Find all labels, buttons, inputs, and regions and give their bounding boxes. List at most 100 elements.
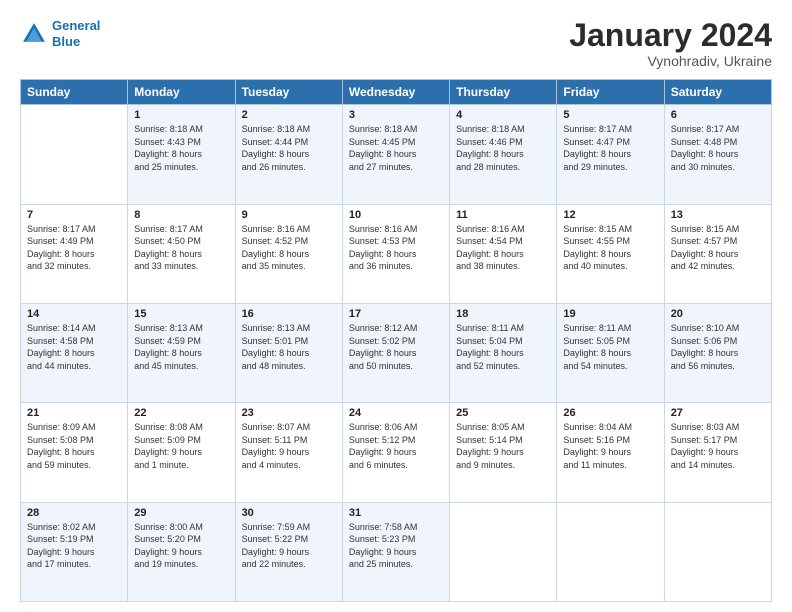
day-number: 11 xyxy=(456,209,550,221)
day-number: 17 xyxy=(349,308,443,320)
day-cell: 4 Sunrise: 8:18 AM Sunset: 4:46 PM Daylig… xyxy=(450,105,557,204)
day-info: Sunrise: 8:09 AM Sunset: 5:08 PM Dayligh… xyxy=(27,421,121,471)
day-info: Sunrise: 8:11 AM Sunset: 5:04 PM Dayligh… xyxy=(456,322,550,372)
day-number: 6 xyxy=(671,109,765,121)
day-number: 27 xyxy=(671,407,765,419)
day-cell: 28Sunrise: 8:02 AM Sunset: 5:19 PM Dayli… xyxy=(21,502,128,601)
day-cell: 27 Sunrise: 8:03 AM Sunset: 5:17 PM Dayli… xyxy=(664,403,771,502)
day-number: 29 xyxy=(134,507,228,519)
day-info: Sunrise: 8:02 AM Sunset: 5:19 PM Dayligh… xyxy=(27,521,121,571)
calendar-table: SundayMondayTuesdayWednesdayThursdayFrid… xyxy=(20,79,772,602)
day-cell xyxy=(557,502,664,601)
day-cell: 25 Sunrise: 8:05 AM Sunset: 5:14 PM Dayli… xyxy=(450,403,557,502)
day-info: Sunrise: 7:59 AM Sunset: 5:22 PM Dayligh… xyxy=(242,521,336,571)
day-number: 19 xyxy=(563,308,657,320)
day-info: Sunrise: 8:13 AM Sunset: 4:59 PM Dayligh… xyxy=(134,322,228,372)
header-cell-wednesday: Wednesday xyxy=(342,80,449,105)
day-cell: 19 Sunrise: 8:11 AM Sunset: 5:05 PM Dayli… xyxy=(557,303,664,402)
day-cell: 8 Sunrise: 8:17 AM Sunset: 4:50 PM Daylig… xyxy=(128,204,235,303)
day-number: 30 xyxy=(242,507,336,519)
week-row-5: 28Sunrise: 8:02 AM Sunset: 5:19 PM Dayli… xyxy=(21,502,772,601)
day-cell: 21 Sunrise: 8:09 AM Sunset: 5:08 PM Dayli… xyxy=(21,403,128,502)
day-info: Sunrise: 7:58 AM Sunset: 5:23 PM Dayligh… xyxy=(349,521,443,571)
day-info: Sunrise: 8:18 AM Sunset: 4:44 PM Dayligh… xyxy=(242,123,336,173)
day-cell: 31 Sunrise: 7:58 AM Sunset: 5:23 PM Dayli… xyxy=(342,502,449,601)
day-cell xyxy=(21,105,128,204)
day-info: Sunrise: 8:14 AM Sunset: 4:58 PM Dayligh… xyxy=(27,322,121,372)
day-number: 5 xyxy=(563,109,657,121)
day-number: 10 xyxy=(349,209,443,221)
day-info: Sunrise: 8:18 AM Sunset: 4:45 PM Dayligh… xyxy=(349,123,443,173)
day-info: Sunrise: 8:18 AM Sunset: 4:46 PM Dayligh… xyxy=(456,123,550,173)
header-row: SundayMondayTuesdayWednesdayThursdayFrid… xyxy=(21,80,772,105)
day-info: Sunrise: 8:05 AM Sunset: 5:14 PM Dayligh… xyxy=(456,421,550,471)
header-cell-saturday: Saturday xyxy=(664,80,771,105)
day-number: 4 xyxy=(456,109,550,121)
day-number: 12 xyxy=(563,209,657,221)
day-cell: 24 Sunrise: 8:06 AM Sunset: 5:12 PM Dayli… xyxy=(342,403,449,502)
day-info: Sunrise: 8:17 AM Sunset: 4:47 PM Dayligh… xyxy=(563,123,657,173)
header-cell-tuesday: Tuesday xyxy=(235,80,342,105)
day-info: Sunrise: 8:16 AM Sunset: 4:52 PM Dayligh… xyxy=(242,223,336,273)
day-info: Sunrise: 8:10 AM Sunset: 5:06 PM Dayligh… xyxy=(671,322,765,372)
day-info: Sunrise: 8:17 AM Sunset: 4:50 PM Dayligh… xyxy=(134,223,228,273)
header-cell-sunday: Sunday xyxy=(21,80,128,105)
day-cell: 2Sunrise: 8:18 AM Sunset: 4:44 PM Daylig… xyxy=(235,105,342,204)
location: Vynohradiv, Ukraine xyxy=(569,53,772,69)
day-number: 8 xyxy=(134,209,228,221)
day-info: Sunrise: 8:16 AM Sunset: 4:53 PM Dayligh… xyxy=(349,223,443,273)
week-row-2: 7Sunrise: 8:17 AM Sunset: 4:49 PM Daylig… xyxy=(21,204,772,303)
day-info: Sunrise: 8:11 AM Sunset: 5:05 PM Dayligh… xyxy=(563,322,657,372)
day-cell: 13Sunrise: 8:15 AM Sunset: 4:57 PM Dayli… xyxy=(664,204,771,303)
day-cell: 15 Sunrise: 8:13 AM Sunset: 4:59 PM Dayli… xyxy=(128,303,235,402)
day-number: 9 xyxy=(242,209,336,221)
day-number: 24 xyxy=(349,407,443,419)
day-number: 15 xyxy=(134,308,228,320)
day-cell: 10 Sunrise: 8:16 AM Sunset: 4:53 PM Dayli… xyxy=(342,204,449,303)
week-row-4: 21 Sunrise: 8:09 AM Sunset: 5:08 PM Dayli… xyxy=(21,403,772,502)
header-cell-monday: Monday xyxy=(128,80,235,105)
day-cell: 16 Sunrise: 8:13 AM Sunset: 5:01 PM Dayli… xyxy=(235,303,342,402)
day-info: Sunrise: 8:16 AM Sunset: 4:54 PM Dayligh… xyxy=(456,223,550,273)
day-cell: 29Sunrise: 8:00 AM Sunset: 5:20 PM Dayli… xyxy=(128,502,235,601)
top-section: General Blue January 2024 Vynohradiv, Uk… xyxy=(20,18,772,69)
day-cell: 30 Sunrise: 7:59 AM Sunset: 5:22 PM Dayli… xyxy=(235,502,342,601)
day-cell: 6Sunrise: 8:17 AM Sunset: 4:48 PM Daylig… xyxy=(664,105,771,204)
logo-line2: Blue xyxy=(52,34,80,49)
day-info: Sunrise: 8:03 AM Sunset: 5:17 PM Dayligh… xyxy=(671,421,765,471)
day-info: Sunrise: 8:06 AM Sunset: 5:12 PM Dayligh… xyxy=(349,421,443,471)
month-title: January 2024 xyxy=(569,18,772,53)
day-info: Sunrise: 8:04 AM Sunset: 5:16 PM Dayligh… xyxy=(563,421,657,471)
day-cell: 18 Sunrise: 8:11 AM Sunset: 5:04 PM Dayli… xyxy=(450,303,557,402)
day-number: 16 xyxy=(242,308,336,320)
day-info: Sunrise: 8:13 AM Sunset: 5:01 PM Dayligh… xyxy=(242,322,336,372)
day-number: 31 xyxy=(349,507,443,519)
logo-line1: General xyxy=(52,18,100,33)
day-info: Sunrise: 8:18 AM Sunset: 4:43 PM Dayligh… xyxy=(134,123,228,173)
day-number: 20 xyxy=(671,308,765,320)
day-cell: 20 Sunrise: 8:10 AM Sunset: 5:06 PM Dayli… xyxy=(664,303,771,402)
day-cell: 14Sunrise: 8:14 AM Sunset: 4:58 PM Dayli… xyxy=(21,303,128,402)
day-info: Sunrise: 8:08 AM Sunset: 5:09 PM Dayligh… xyxy=(134,421,228,471)
day-number: 25 xyxy=(456,407,550,419)
page: General Blue January 2024 Vynohradiv, Uk… xyxy=(0,0,792,612)
title-section: January 2024 Vynohradiv, Ukraine xyxy=(569,18,772,69)
week-row-3: 14Sunrise: 8:14 AM Sunset: 4:58 PM Dayli… xyxy=(21,303,772,402)
week-row-1: 1Sunrise: 8:18 AM Sunset: 4:43 PM Daylig… xyxy=(21,105,772,204)
day-number: 21 xyxy=(27,407,121,419)
day-number: 13 xyxy=(671,209,765,221)
day-info: Sunrise: 8:07 AM Sunset: 5:11 PM Dayligh… xyxy=(242,421,336,471)
day-cell: 3Sunrise: 8:18 AM Sunset: 4:45 PM Daylig… xyxy=(342,105,449,204)
day-number: 22 xyxy=(134,407,228,419)
logo-icon xyxy=(20,20,48,48)
day-info: Sunrise: 8:15 AM Sunset: 4:55 PM Dayligh… xyxy=(563,223,657,273)
day-number: 7 xyxy=(27,209,121,221)
day-cell: 12 Sunrise: 8:15 AM Sunset: 4:55 PM Dayli… xyxy=(557,204,664,303)
day-cell: 7Sunrise: 8:17 AM Sunset: 4:49 PM Daylig… xyxy=(21,204,128,303)
logo-text: General Blue xyxy=(52,18,100,49)
day-info: Sunrise: 8:12 AM Sunset: 5:02 PM Dayligh… xyxy=(349,322,443,372)
header-cell-friday: Friday xyxy=(557,80,664,105)
header-cell-thursday: Thursday xyxy=(450,80,557,105)
day-number: 18 xyxy=(456,308,550,320)
day-cell xyxy=(664,502,771,601)
